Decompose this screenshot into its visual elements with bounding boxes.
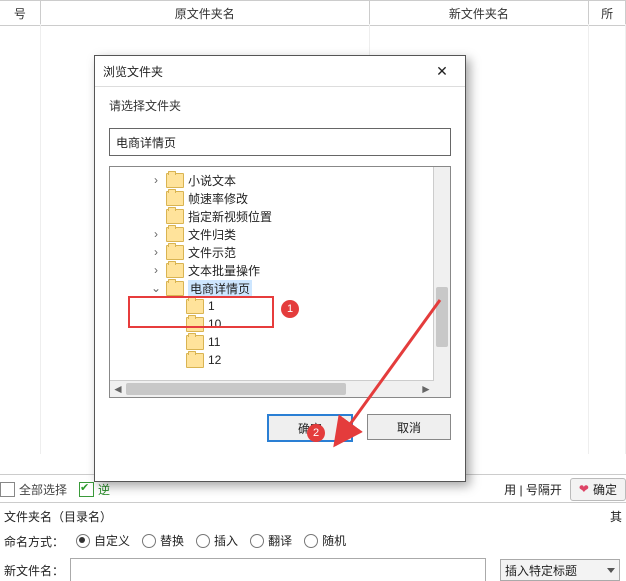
folder-icon <box>166 245 184 260</box>
button-label: 确定 <box>593 481 617 498</box>
folder-icon <box>186 353 204 368</box>
new-filename-label: 新文件名： <box>4 562 64 579</box>
folder-icon <box>166 209 184 224</box>
scroll-left-icon[interactable]: ◄ <box>110 382 126 396</box>
tree-expander-icon[interactable]: › <box>150 173 162 187</box>
folder-icon <box>186 335 204 350</box>
radio-label: 翻译 <box>268 532 292 549</box>
tree-item-label: 1 <box>208 299 215 313</box>
folder-icon <box>166 227 184 242</box>
vertical-scrollbar[interactable] <box>433 167 450 381</box>
background-table-header: 号 原文件夹名 新文件夹名 所 <box>0 0 626 26</box>
tree-item-label: 电商详情页 <box>188 280 252 297</box>
tree-item-label: 指定新视频位置 <box>188 208 272 225</box>
folder-tree: › 小说文本帧速率修改指定新视频位置 › 文件归类 › 文件示范 › 文本批量操作 ⌄ 电商详情页… <box>109 166 451 398</box>
dialog-title: 浏览文件夹 <box>103 63 163 80</box>
insert-title-combo[interactable]: 插入特定标题 <box>500 559 620 581</box>
tree-item[interactable]: 11 <box>130 333 434 351</box>
naming-label: 命名方式： <box>4 533 64 550</box>
new-filename-input[interactable] <box>70 558 486 581</box>
folder-icon <box>166 263 184 278</box>
tree-item[interactable]: 12 <box>130 351 434 369</box>
col-header-newname[interactable]: 新文件夹名 <box>370 1 590 25</box>
close-icon: ✕ <box>436 63 448 80</box>
checkbox-select-all[interactable]: 全部选择 <box>0 481 67 498</box>
chevron-down-icon <box>607 568 615 573</box>
radio-icon <box>250 534 264 548</box>
combo-label: 插入特定标题 <box>505 562 577 579</box>
horizontal-scrollbar[interactable]: ◄ ► <box>110 380 434 397</box>
tree-item-label: 文件归类 <box>188 226 236 243</box>
checkbox-invert-select[interactable]: 逆 <box>79 481 110 498</box>
tree-item-label: 文本批量操作 <box>188 262 260 279</box>
tree-item[interactable]: 帧速率修改 <box>130 189 434 207</box>
naming-row: 命名方式： 自定义 替换 插入 翻译 随机 <box>4 532 358 551</box>
folder-path-input[interactable]: 电商详情页 <box>109 128 451 156</box>
col-header-index[interactable]: 号 <box>0 1 41 25</box>
radio-label: 替换 <box>160 532 184 549</box>
tree-item-label: 小说文本 <box>188 172 236 189</box>
tree-item-label: 帧速率修改 <box>188 190 248 207</box>
folder-path-value: 电商详情页 <box>116 134 176 151</box>
dialog-subtitle: 请选择文件夹 <box>109 97 451 114</box>
tree-item[interactable]: ⌄ 电商详情页 <box>130 279 434 297</box>
hint-separator: 用 | 号隔开 <box>504 481 562 498</box>
naming-radio-翻译[interactable]: 翻译 <box>250 532 292 549</box>
group-title-folder-name: 文件夹名（目录名） <box>4 508 112 525</box>
tree-item[interactable]: › 文件示范 <box>130 243 434 261</box>
naming-radio-插入[interactable]: 插入 <box>196 532 238 549</box>
radio-icon <box>142 534 156 548</box>
tree-item[interactable]: 指定新视频位置 <box>130 207 434 225</box>
radio-label: 自定义 <box>94 532 130 549</box>
heart-icon: ❤ <box>579 482 589 496</box>
checkbox-icon <box>79 482 94 497</box>
radio-icon <box>196 534 210 548</box>
tree-expander-icon[interactable]: › <box>150 245 162 259</box>
naming-radio-随机[interactable]: 随机 <box>304 532 346 549</box>
tree-item-label: 文件示范 <box>188 244 236 261</box>
radio-label: 插入 <box>214 532 238 549</box>
folder-icon <box>186 299 204 314</box>
radio-icon <box>76 534 90 548</box>
browse-folder-dialog: 浏览文件夹 ✕ 请选择文件夹 电商详情页 › 小说文本帧速率修改指定新视频位置 › 文… <box>94 55 466 482</box>
tree-item[interactable]: 10 <box>130 315 434 333</box>
tree-expander-icon[interactable]: ⌄ <box>150 281 162 295</box>
tree-expander-icon[interactable]: › <box>150 227 162 241</box>
tree-item-label: 12 <box>208 353 221 367</box>
tree-item[interactable]: › 文件归类 <box>130 225 434 243</box>
new-filename-row: 新文件名： 插入特定标题 <box>4 558 620 581</box>
tree-item[interactable]: › 文本批量操作 <box>130 261 434 279</box>
tree-item-label: 11 <box>208 335 220 349</box>
folder-icon <box>166 173 184 188</box>
cancel-button[interactable]: 取消 <box>367 414 451 440</box>
tree-expander-icon[interactable]: › <box>150 263 162 277</box>
checkbox-label: 全部选择 <box>19 481 67 498</box>
folder-icon <box>186 317 204 332</box>
tree-item-label: 10 <box>208 317 221 331</box>
naming-radio-自定义[interactable]: 自定义 <box>76 532 130 549</box>
radio-icon <box>304 534 318 548</box>
col-header-oldname[interactable]: 原文件夹名 <box>41 1 370 25</box>
tree-item[interactable]: 1 <box>130 297 434 315</box>
ok-button[interactable]: 确定 <box>267 414 353 442</box>
checkbox-label: 逆 <box>98 481 110 498</box>
naming-radio-替换[interactable]: 替换 <box>142 532 184 549</box>
group-title-other: 其 <box>610 508 622 525</box>
confirm-button-small[interactable]: ❤ 确定 <box>570 478 626 501</box>
folder-icon <box>166 191 184 206</box>
checkbox-icon <box>0 482 15 497</box>
scroll-right-icon[interactable]: ► <box>418 382 434 396</box>
folder-icon <box>166 281 184 296</box>
tree-item[interactable]: › 小说文本 <box>130 171 434 189</box>
col-header-path[interactable]: 所 <box>589 1 626 25</box>
close-button[interactable]: ✕ <box>427 56 457 86</box>
radio-label: 随机 <box>322 532 346 549</box>
